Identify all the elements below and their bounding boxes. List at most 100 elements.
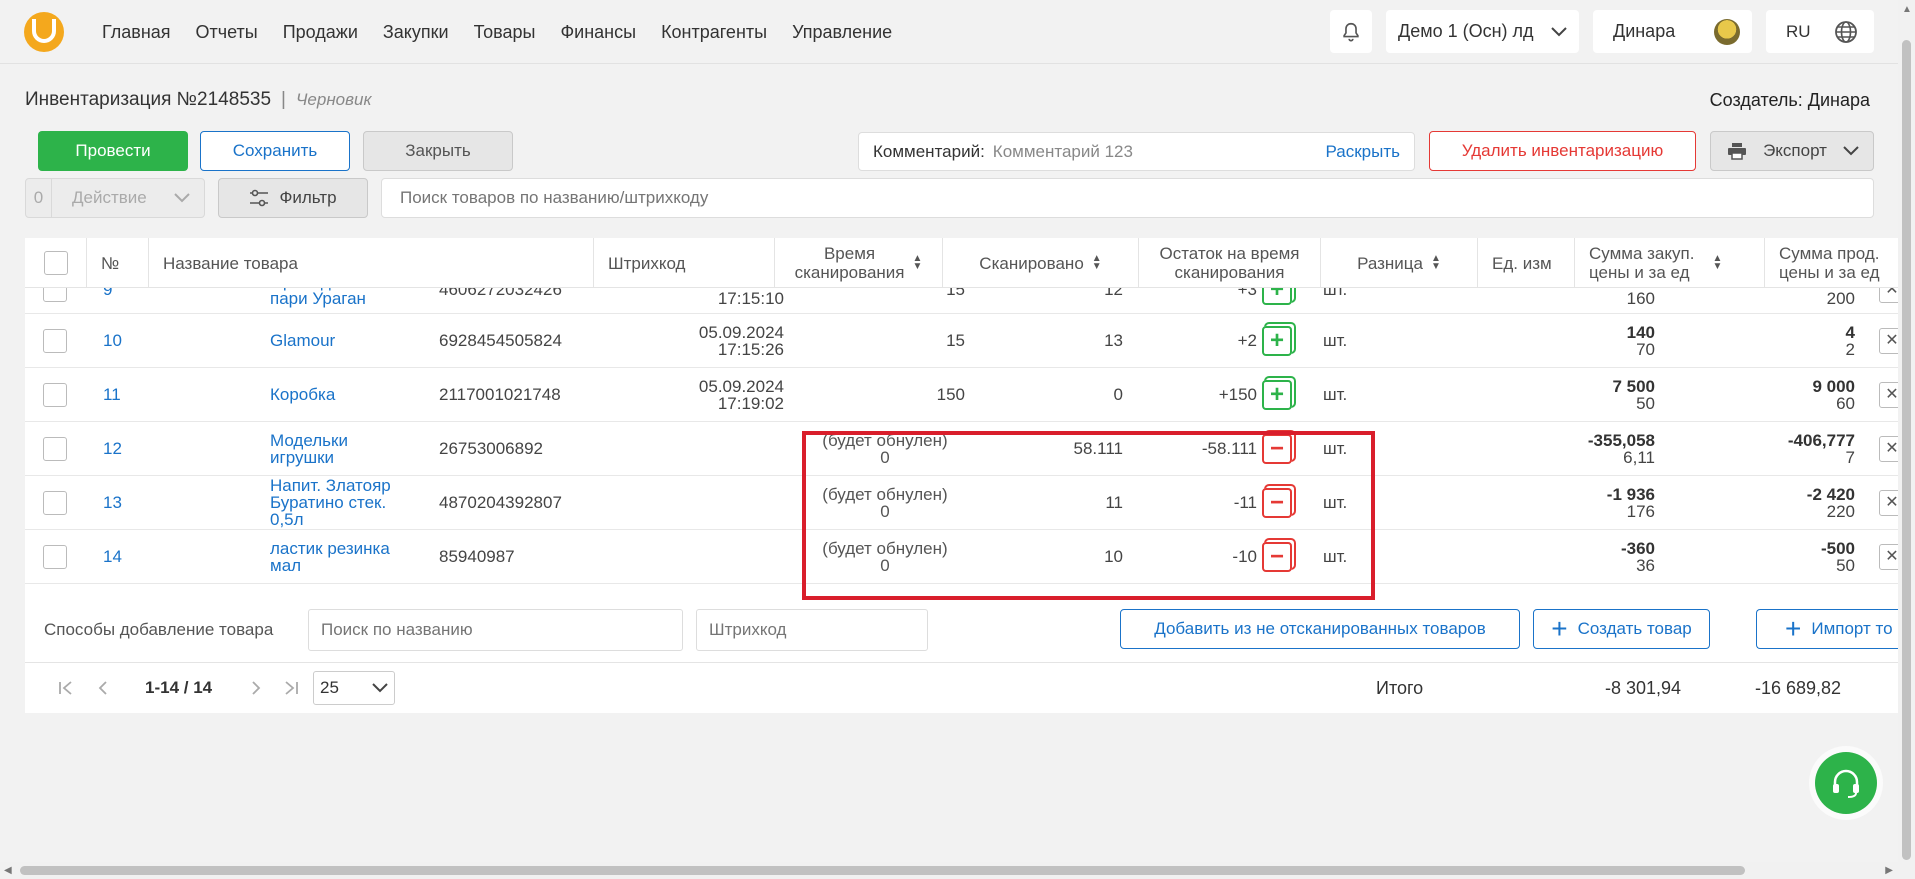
row-checkbox[interactable]: [43, 382, 67, 407]
column-header-sum-sell[interactable]: Сумма прод. цены и за ед: [1765, 238, 1898, 288]
row-number[interactable]: 12: [103, 422, 122, 475]
sort-icon: ▲ ▼: [1091, 253, 1102, 272]
notifications-button[interactable]: [1330, 10, 1372, 53]
scanned-cell[interactable]: 150: [785, 368, 965, 421]
product-name-link[interactable]: ластик резинка мал: [270, 530, 405, 583]
column-header-num[interactable]: №: [87, 238, 149, 288]
column-header-barcode[interactable]: Штрихкод: [594, 238, 775, 288]
expand-comment-link[interactable]: Раскрыть: [1326, 142, 1400, 162]
scan-time-line: 17:19:02: [717, 393, 784, 413]
sum-buy-unit: 50: [1636, 393, 1655, 413]
column-header-scanned[interactable]: Сканировано ▲ ▼: [943, 238, 1139, 288]
prev-page-icon[interactable]: [97, 663, 109, 713]
export-label: Экспорт: [1763, 141, 1827, 160]
column-header-sum-buy[interactable]: Сумма закуп. цены и за ед ▲ ▼: [1575, 238, 1765, 288]
nav-item-products[interactable]: Товары: [474, 22, 536, 43]
last-page-icon[interactable]: [283, 663, 299, 713]
scan-time-cell: [621, 476, 784, 529]
table-row: 12 Модельки игрушки 26753006892 (будет об…: [25, 422, 1898, 476]
user-menu[interactable]: Динара: [1593, 10, 1752, 53]
row-number[interactable]: 10: [103, 314, 122, 367]
add-from-unscanned-button[interactable]: Добавить из не отсканированных товаров: [1120, 609, 1520, 649]
product-name-link[interactable]: Glamour: [270, 314, 405, 367]
scan-time-cell: [621, 530, 784, 583]
rest-cell: 0: [1113, 385, 1123, 404]
create-product-button[interactable]: + Создать товар: [1533, 609, 1710, 649]
first-page-icon[interactable]: [58, 663, 74, 713]
add-by-name-input[interactable]: [308, 609, 683, 651]
close-icon[interactable]: ✕: [1879, 381, 1898, 408]
row-checkbox[interactable]: [43, 490, 67, 515]
column-header-rest-line1: Остаток на время: [1159, 244, 1300, 263]
table-row: 11 Коробка 2117001021748 05.09.2024 17:19…: [25, 368, 1898, 422]
next-page-icon[interactable]: [250, 663, 262, 713]
page-title: Инвентаризация №2148535 | Черновик: [25, 89, 372, 111]
export-button[interactable]: Экспорт: [1710, 131, 1874, 171]
product-name-link[interactable]: Коробка: [270, 368, 405, 421]
horizontal-scrollbar[interactable]: ◀ ▶: [0, 862, 1915, 879]
delete-inventory-button[interactable]: Удалить инвентаризацию: [1429, 131, 1696, 171]
nav-item-management[interactable]: Управление: [792, 22, 892, 43]
nav-item-home[interactable]: Главная: [102, 22, 171, 43]
page-range: 1-14 / 14: [145, 678, 213, 697]
column-header-rest[interactable]: Остаток на время сканирования: [1139, 238, 1321, 288]
support-chat-button[interactable]: [1815, 752, 1877, 814]
row-checkbox-cell: [43, 368, 67, 421]
product-search-input[interactable]: [381, 178, 1874, 218]
row-number[interactable]: 13: [103, 476, 122, 529]
close-icon[interactable]: ✕: [1879, 543, 1898, 570]
sum-sell-unit: 50: [1836, 555, 1855, 575]
filter-button[interactable]: Фильтр: [218, 178, 368, 218]
product-name-link[interactable]: Модельки игрушки: [270, 422, 405, 475]
bell-icon: [1343, 22, 1359, 42]
nav-item-finance[interactable]: Финансы: [560, 22, 636, 43]
select-all-checkbox[interactable]: [43, 251, 68, 275]
sum-buy-total: -355,058: [1587, 430, 1655, 450]
column-header-scan-time[interactable]: Время сканирования ▲ ▼: [775, 238, 943, 288]
scanned-line: (будет обнулен): [822, 538, 948, 558]
sum-buy-cell: -360 36: [1545, 530, 1655, 583]
page-size-select[interactable]: 25: [313, 671, 395, 705]
sum-buy-cell: -355,058 6,11: [1545, 422, 1655, 475]
comment-field[interactable]: Комментарий: Комментарий 123 Раскрыть: [858, 132, 1415, 171]
column-header-unit[interactable]: Ед. изм: [1478, 238, 1575, 288]
scanned-cell[interactable]: 15: [785, 314, 965, 367]
scanned-line: (будет обнулен): [822, 430, 948, 450]
close-icon[interactable]: ✕: [1879, 435, 1898, 462]
sum-buy-total: -360: [1620, 538, 1655, 558]
close-icon[interactable]: ✕: [1879, 327, 1898, 354]
nav-item-counterparties[interactable]: Контрагенты: [661, 22, 767, 43]
column-header-diff[interactable]: Разница ▲ ▼: [1321, 238, 1478, 288]
save-button[interactable]: Сохранить: [200, 131, 350, 171]
diff-indicator: −: [1262, 422, 1292, 475]
row-checkbox[interactable]: [43, 544, 67, 569]
vertical-scrollbar[interactable]: ▲: [1898, 0, 1915, 862]
row-checkbox[interactable]: [43, 436, 67, 461]
row-number[interactable]: 11: [103, 368, 121, 421]
sum-sell-unit: 7: [1845, 447, 1855, 467]
barcode-cell: 6928454505824: [439, 331, 562, 350]
nav-item-reports[interactable]: Отчеты: [196, 22, 258, 43]
product-name-line: Модельки: [270, 430, 348, 450]
total-sum-sell: -16 689,82: [1755, 678, 1842, 698]
nav-item-purchases[interactable]: Закупки: [383, 22, 449, 43]
row-number[interactable]: 14: [103, 530, 122, 583]
import-button[interactable]: + Импорт то: [1756, 609, 1898, 649]
org-selector[interactable]: Демо 1 (Осн) лд: [1386, 10, 1579, 53]
product-name-line: Glamour: [270, 331, 336, 350]
product-name-link[interactable]: Напит. Златояр Буратино стек. 0,5л: [270, 476, 405, 529]
conduct-button[interactable]: Провести: [38, 131, 188, 171]
bulk-action-dropdown[interactable]: 0 Действие: [25, 178, 205, 218]
rest-cell: 11: [1105, 493, 1123, 512]
product-name-line: Буратино стек.: [270, 493, 387, 512]
minus-icon: −: [1262, 433, 1292, 464]
diff-indicator: +: [1262, 314, 1292, 367]
language-selector[interactable]: RU: [1766, 10, 1874, 53]
column-header-name[interactable]: Название товара: [149, 238, 594, 288]
row-checkbox[interactable]: [43, 328, 67, 353]
app-logo[interactable]: [24, 12, 64, 52]
nav-item-sales[interactable]: Продажи: [283, 22, 358, 43]
close-icon[interactable]: ✕: [1879, 489, 1898, 516]
add-by-barcode-input[interactable]: [696, 609, 928, 651]
close-button[interactable]: Закрыть: [363, 131, 513, 171]
